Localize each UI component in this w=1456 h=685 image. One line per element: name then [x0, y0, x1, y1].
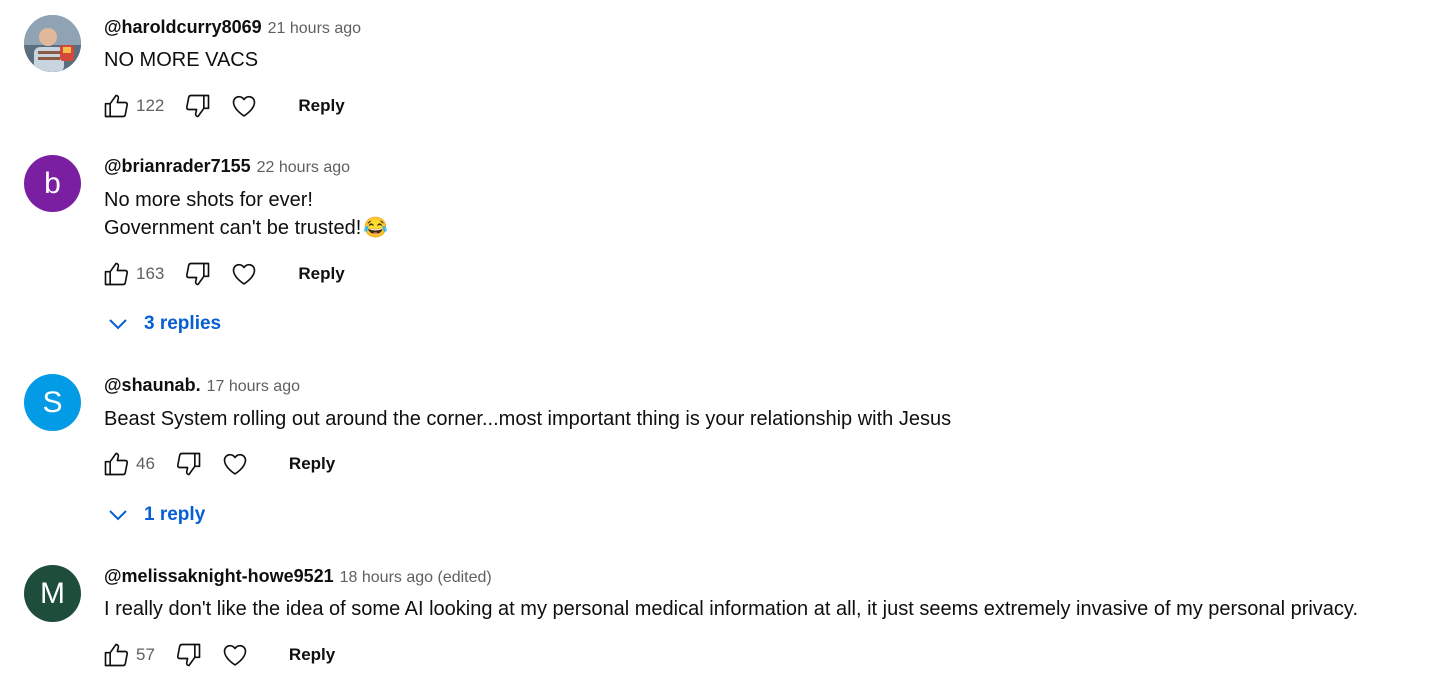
thumbs-down-icon[interactable]: [173, 639, 205, 671]
replies-count: 1 reply: [144, 504, 206, 525]
thumbs-up-icon[interactable]: [100, 448, 132, 480]
comment-time[interactable]: 17 hours ago: [207, 378, 300, 396]
comment-header: @brianrader7155 22 hours ago: [104, 156, 350, 177]
author-name[interactable]: @melissaknight-howe9521: [104, 566, 334, 587]
replies-count: 3 replies: [144, 313, 222, 334]
thumbs-down-icon[interactable]: [182, 258, 214, 290]
avatar-letter: S: [42, 385, 63, 419]
thumbs-down-icon[interactable]: [173, 448, 205, 480]
comment-time[interactable]: 22 hours ago: [257, 159, 350, 177]
reply-button[interactable]: Reply: [289, 454, 335, 474]
avatar[interactable]: M: [24, 565, 81, 622]
avatar[interactable]: [24, 15, 81, 72]
comment-time[interactable]: 21 hours ago: [268, 20, 361, 38]
comment-header: @shaunab. 17 hours ago: [104, 375, 300, 396]
view-replies-button[interactable]: 3 replies: [106, 312, 221, 336]
avatar-letter: M: [40, 576, 65, 610]
view-replies-button[interactable]: 1 reply: [106, 503, 205, 527]
comment-line: Government can't be trusted!: [104, 217, 362, 239]
like-count: 163: [136, 264, 165, 283]
reply-button[interactable]: Reply: [289, 645, 335, 665]
comment-toolbar: 57 Reply: [100, 637, 335, 673]
avatar-letter: b: [44, 166, 61, 200]
comment-text: I really don't like the idea of some AI …: [104, 595, 1358, 623]
like-count: 46: [136, 454, 155, 473]
comment-line: NO MORE VACS: [104, 49, 259, 71]
heart-icon[interactable]: [228, 258, 260, 290]
like-count: 122: [136, 96, 165, 115]
avatar[interactable]: b: [24, 155, 81, 212]
comment-header: @melissaknight-howe9521 18 hours ago (ed…: [104, 566, 492, 587]
heart-icon[interactable]: [219, 448, 251, 480]
comment-toolbar: 122 Reply: [100, 88, 345, 124]
reply-button[interactable]: Reply: [298, 96, 344, 116]
author-name[interactable]: @shaunab.: [104, 375, 201, 396]
comment-line: Beast System rolling out around the corn…: [104, 408, 952, 430]
thumbs-down-icon[interactable]: [182, 90, 214, 122]
thumbs-up-icon[interactable]: [100, 639, 132, 671]
comment-toolbar: 163 Reply: [100, 256, 345, 292]
comment-header: @haroldcurry8069 21 hours ago: [104, 17, 361, 38]
like-count: 57: [136, 645, 155, 664]
reply-button[interactable]: Reply: [298, 264, 344, 284]
heart-icon[interactable]: [219, 639, 251, 671]
author-name[interactable]: @brianrader7155: [104, 156, 251, 177]
comment-line: I really don't like the idea of some AI …: [104, 598, 1359, 620]
comment-text: NO MORE VACS: [104, 46, 258, 74]
comment-line-with-emoji: Government can't be trusted! 😂: [104, 214, 388, 242]
laughing-emoji: 😂: [363, 217, 389, 239]
chevron-down-icon: [109, 319, 127, 330]
thumbs-up-icon[interactable]: [100, 258, 132, 290]
comment-text: No more shots for ever! Government can't…: [104, 186, 388, 242]
avatar-photo: [24, 15, 81, 72]
heart-icon[interactable]: [228, 90, 260, 122]
comment-toolbar: 46 Reply: [100, 446, 335, 482]
comment-line: No more shots for ever!: [104, 189, 313, 211]
thumbs-up-icon[interactable]: [100, 90, 132, 122]
comment-time[interactable]: 18 hours ago (edited): [340, 569, 492, 587]
author-name[interactable]: @haroldcurry8069: [104, 17, 262, 38]
comment-text: Beast System rolling out around the corn…: [104, 405, 951, 433]
chevron-down-icon: [109, 510, 127, 521]
avatar[interactable]: S: [24, 374, 81, 431]
